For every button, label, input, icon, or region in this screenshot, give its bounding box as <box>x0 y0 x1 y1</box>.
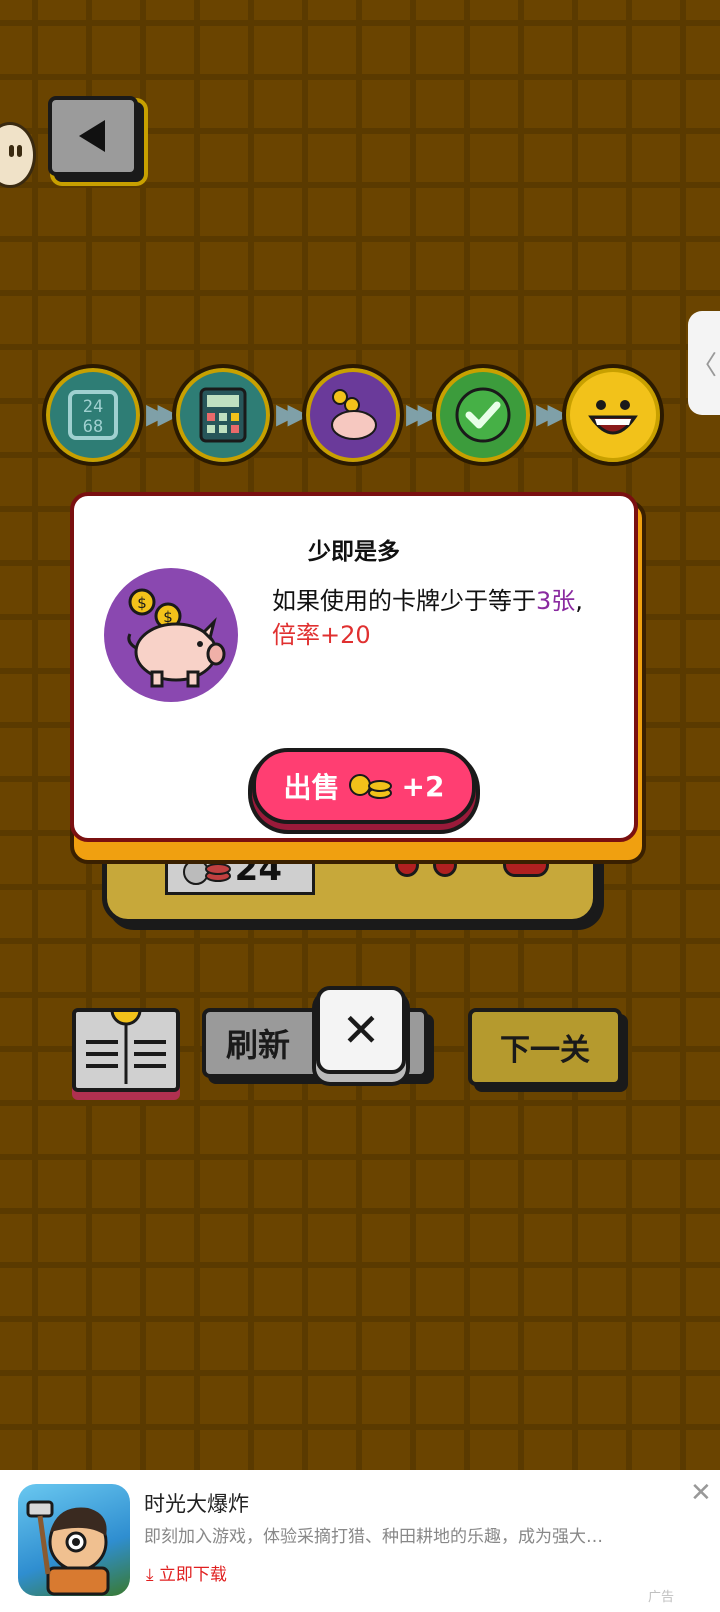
side-panel-tab[interactable]: 〈 <box>688 311 720 415</box>
refresh-label: 刷新 <box>226 1026 291 1064</box>
step-checkmark <box>432 364 534 466</box>
piggy-bank-icon: $ $ <box>127 588 226 688</box>
step-smiley <box>562 364 664 466</box>
svg-text:24: 24 <box>83 397 103 417</box>
next-level-label: 下一关 <box>500 1033 590 1068</box>
side-avatar-icon[interactable] <box>0 122 36 188</box>
svg-text:68: 68 <box>83 417 103 437</box>
piggy-bank-icon <box>331 389 377 440</box>
svg-text:$: $ <box>137 594 147 612</box>
caveman-icon <box>26 1500 110 1596</box>
step-calculator <box>172 364 274 466</box>
close-icon: ✕ <box>341 1003 381 1057</box>
step-arrow-icon: ▶▶ <box>276 397 309 430</box>
joker-card-popup: 少即是多 $ $ 如果使用的卡牌少于等于3张,倍率+20 出售 +2 <box>70 492 638 842</box>
step-piggy-bank <box>302 364 404 466</box>
checkmark-icon <box>455 387 511 443</box>
popup-description: 如果使用的卡牌少于等于3张,倍率+20 <box>272 587 583 649</box>
sell-button[interactable]: 出售 +2 <box>252 748 476 824</box>
piggy-bank-badge: $ $ <box>104 568 238 702</box>
ad-description: 即刻加入游戏，体验采摘打猎、种田耕地的乐趣，成为强大… <box>144 1527 603 1547</box>
ad-banner[interactable]: 时光大爆炸 即刻加入游戏，体验采摘打猎、种田耕地的乐趣，成为强大… ⤓ 立即下载… <box>0 1470 720 1612</box>
sell-label: 出售 <box>283 771 340 804</box>
calculator-icon <box>199 387 247 443</box>
sell-amount: +2 <box>401 769 445 803</box>
step-arrow-icon: ▶▶ <box>536 397 569 430</box>
back-arrow-icon <box>79 120 105 152</box>
step-arrow-icon: ▶▶ <box>406 397 439 430</box>
lightbulb-book-icon <box>86 994 166 1084</box>
ad-title[interactable]: 时光大爆炸 <box>144 1488 249 1518</box>
hint-book-button[interactable] <box>72 994 180 1092</box>
close-button[interactable]: ✕ <box>316 986 406 1074</box>
back-button[interactable] <box>48 96 138 176</box>
popup-title: 少即是多 <box>308 539 400 565</box>
ad-close-icon[interactable]: ✕ <box>690 1478 712 1508</box>
ad-download-link[interactable]: ⤓ 立即下载 <box>146 1560 227 1585</box>
step-arrow-icon: ▶▶ <box>146 397 179 430</box>
ad-tag: 广告 <box>648 1590 675 1605</box>
ad-app-icon[interactable] <box>18 1484 130 1596</box>
step-numbers: 24 68 <box>42 364 144 466</box>
numbers-icon: 24 68 <box>68 390 118 440</box>
coin-stack-icon <box>348 774 392 799</box>
download-icon: ⤓ <box>146 1565 159 1585</box>
next-level-button[interactable]: 下一关 <box>468 1008 622 1086</box>
smiley-face-icon <box>588 400 638 435</box>
